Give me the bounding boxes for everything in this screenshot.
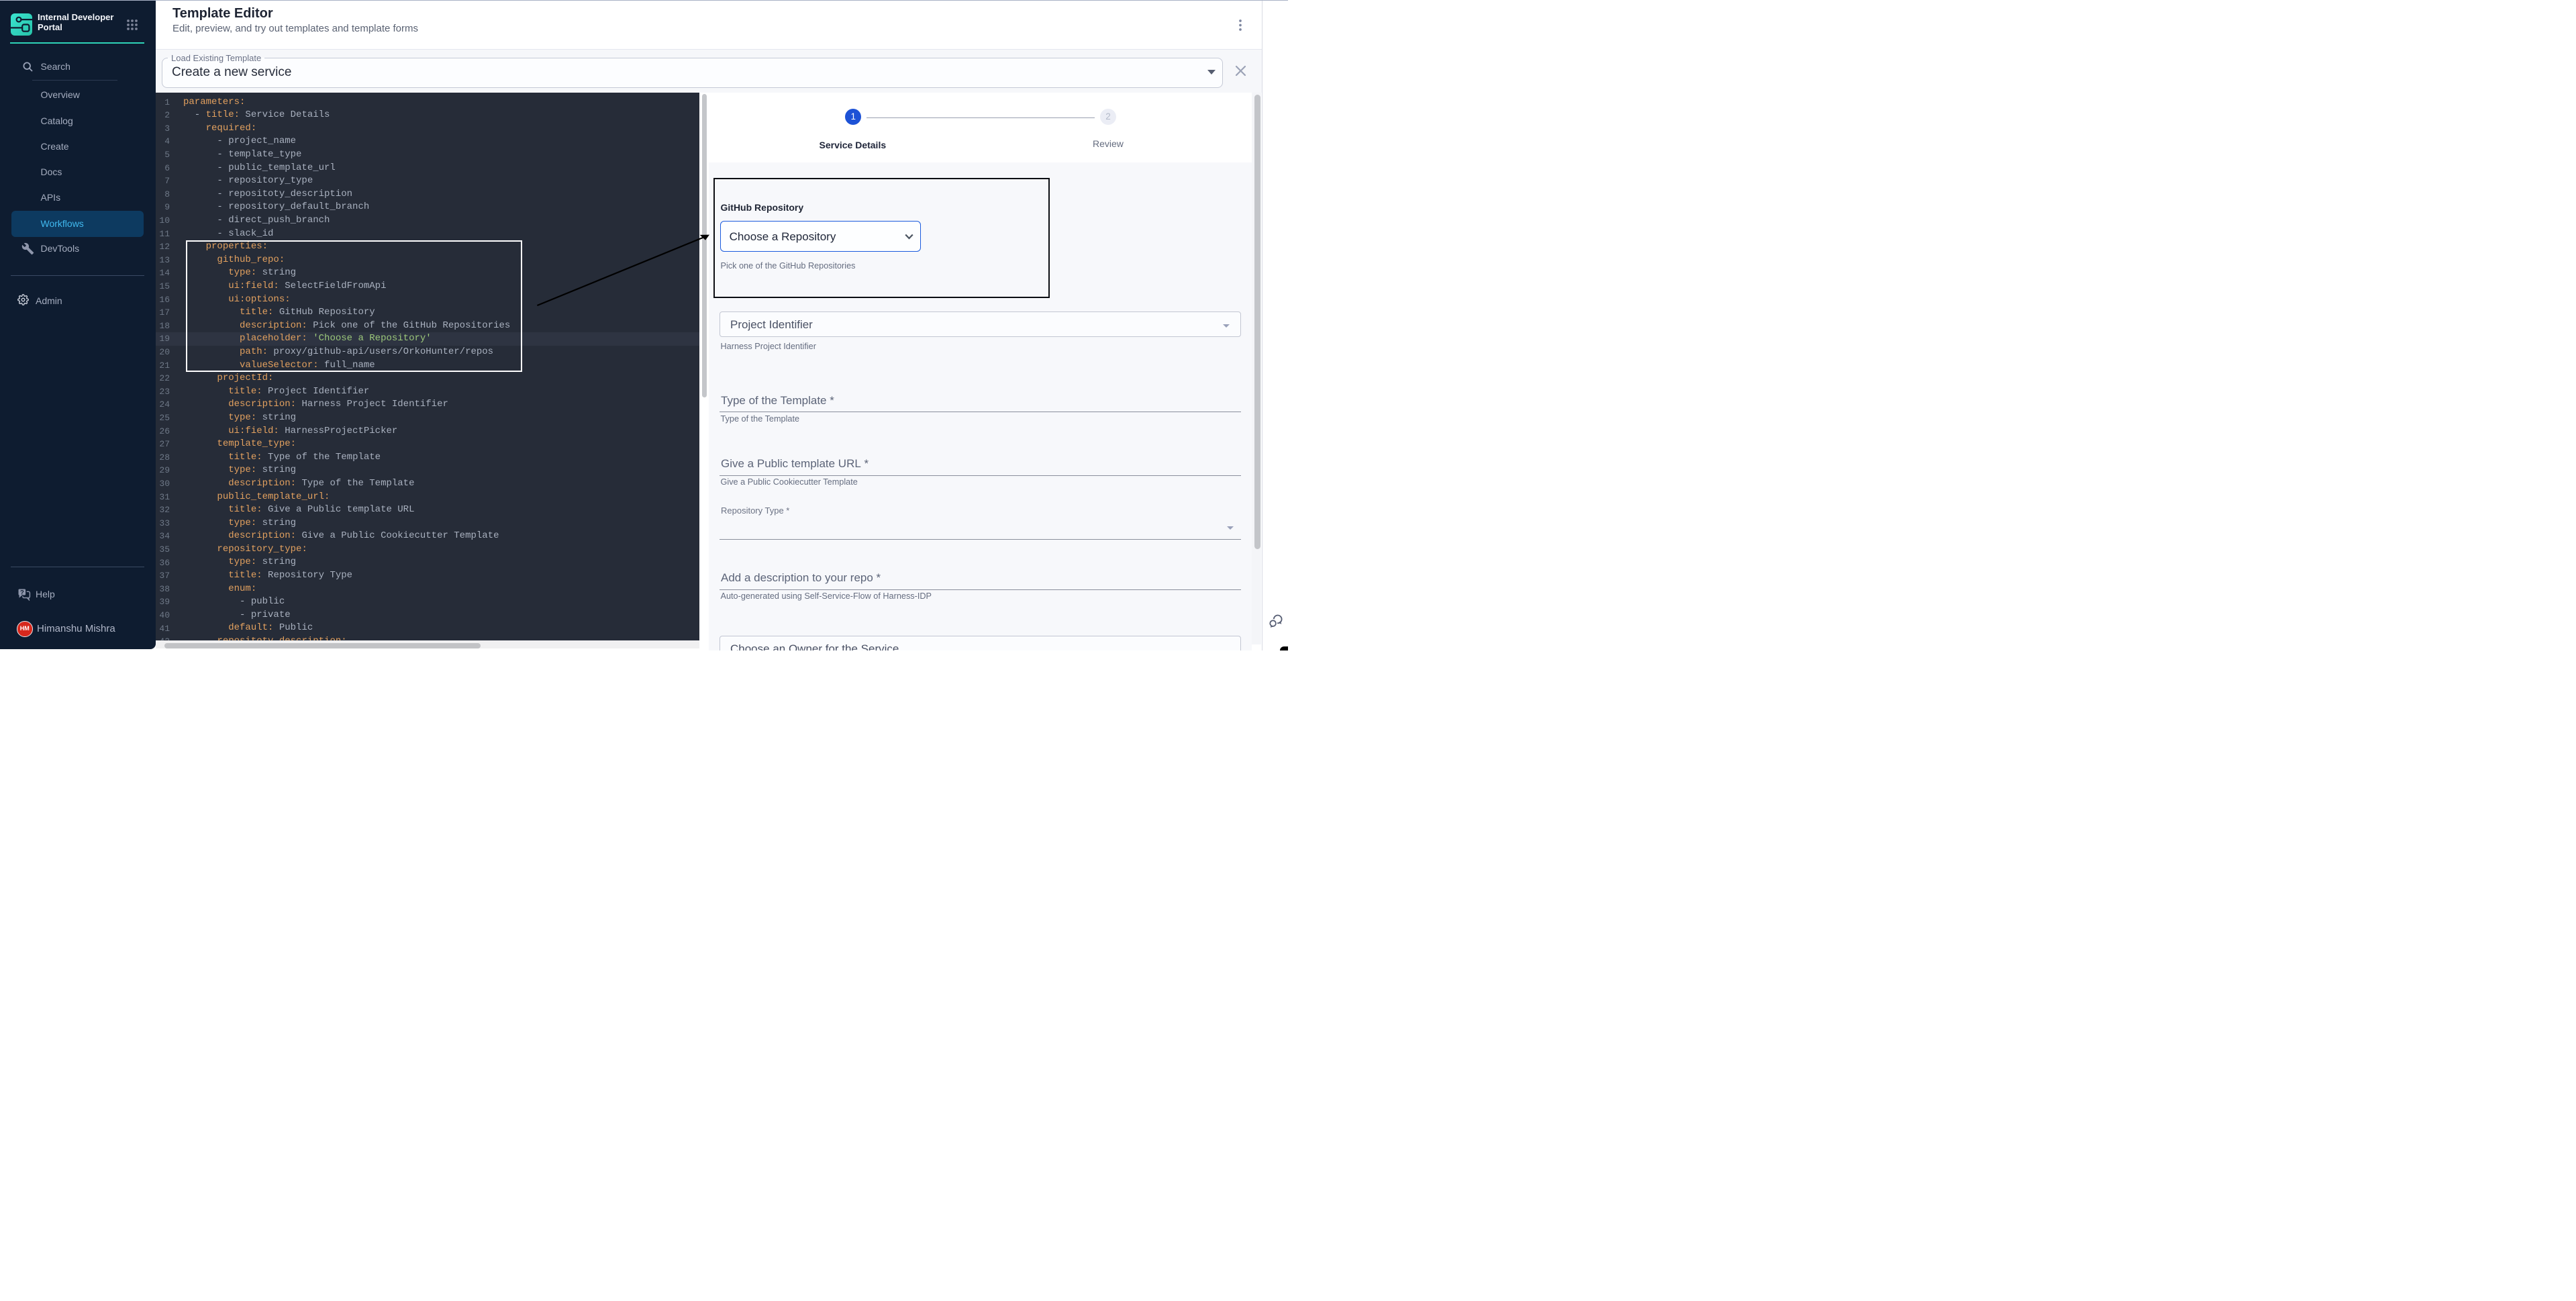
svg-text:?: ? bbox=[20, 589, 24, 596]
